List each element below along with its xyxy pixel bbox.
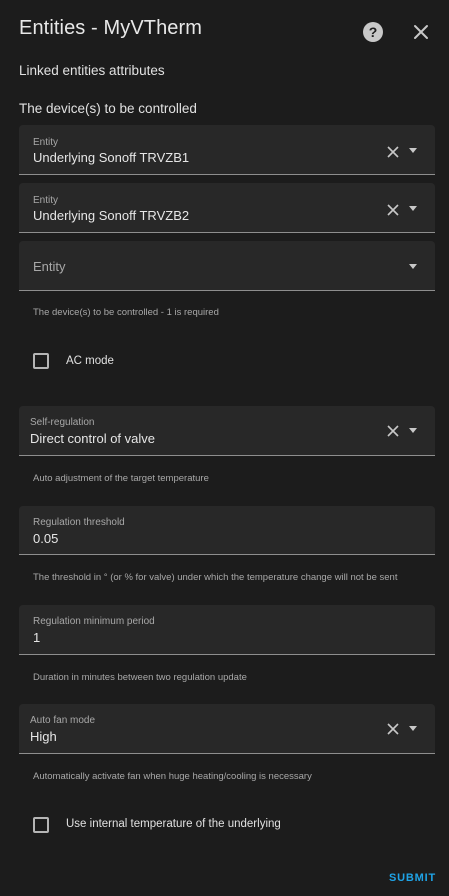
self-regulation-select[interactable]: Self-regulation Direct control of valve (19, 406, 435, 456)
regulation-threshold-label: Regulation threshold (33, 517, 125, 528)
close-icon[interactable] (410, 21, 432, 43)
entity-value-1: Underlying Sonoff TRVZB1 (33, 150, 190, 165)
regulation-min-period-value: 1 (33, 630, 41, 645)
entity-select-3[interactable]: Entity (19, 241, 435, 291)
self-regulation-label: Self-regulation (30, 417, 95, 428)
clear-icon[interactable] (386, 145, 400, 159)
internal-temp-label: Use internal temperature of the underlyi… (66, 818, 281, 830)
clear-icon[interactable] (386, 722, 400, 736)
auto-fan-mode-value: High (30, 729, 57, 744)
entity-label-2: Entity (33, 195, 59, 206)
chevron-down-icon[interactable] (409, 428, 417, 433)
entity-select-1[interactable]: Entity Underlying Sonoff TRVZB1 (19, 125, 435, 175)
chevron-down-icon[interactable] (409, 148, 417, 153)
dialog-title: Entities - MyVTherm (19, 17, 203, 39)
self-regulation-helper: Auto adjustment of the target temperatur… (33, 473, 209, 484)
regulation-threshold-helper: The threshold in ° (or % for valve) unde… (33, 572, 398, 583)
auto-fan-mode-select[interactable]: Auto fan mode High (19, 704, 435, 754)
self-regulation-value: Direct control of valve (30, 431, 155, 446)
submit-button[interactable]: SUBMIT (389, 872, 436, 884)
regulation-min-period-helper: Duration in minutes between two regulati… (33, 672, 247, 683)
ac-mode-checkbox[interactable] (33, 353, 49, 369)
regulation-threshold-input[interactable]: Regulation threshold 0.05 (19, 506, 435, 555)
help-icon[interactable]: ? (363, 22, 383, 42)
clear-icon[interactable] (386, 424, 400, 438)
regulation-threshold-value: 0.05 (33, 531, 59, 546)
auto-fan-mode-helper: Automatically activate fan when huge hea… (33, 771, 312, 782)
chevron-down-icon[interactable] (409, 726, 417, 731)
regulation-min-period-input[interactable]: Regulation minimum period 1 (19, 605, 435, 655)
devices-section-label: The device(s) to be controlled (19, 101, 197, 116)
chevron-down-icon[interactable] (409, 206, 417, 211)
clear-icon[interactable] (386, 203, 400, 217)
auto-fan-mode-label: Auto fan mode (30, 715, 96, 726)
entity-select-2[interactable]: Entity Underlying Sonoff TRVZB2 (19, 183, 435, 233)
internal-temp-checkbox[interactable] (33, 817, 49, 833)
dialog: Entities - MyVTherm ? Linked entities at… (0, 0, 449, 896)
entity-label-1: Entity (33, 137, 59, 148)
dialog-subtitle: Linked entities attributes (19, 63, 165, 78)
entity-placeholder: Entity (33, 259, 66, 274)
ac-mode-label: AC mode (66, 355, 114, 367)
entity-value-2: Underlying Sonoff TRVZB2 (33, 208, 190, 223)
regulation-min-period-label: Regulation minimum period (33, 616, 155, 627)
devices-helper: The device(s) to be controlled - 1 is re… (33, 307, 219, 318)
chevron-down-icon[interactable] (409, 264, 417, 269)
